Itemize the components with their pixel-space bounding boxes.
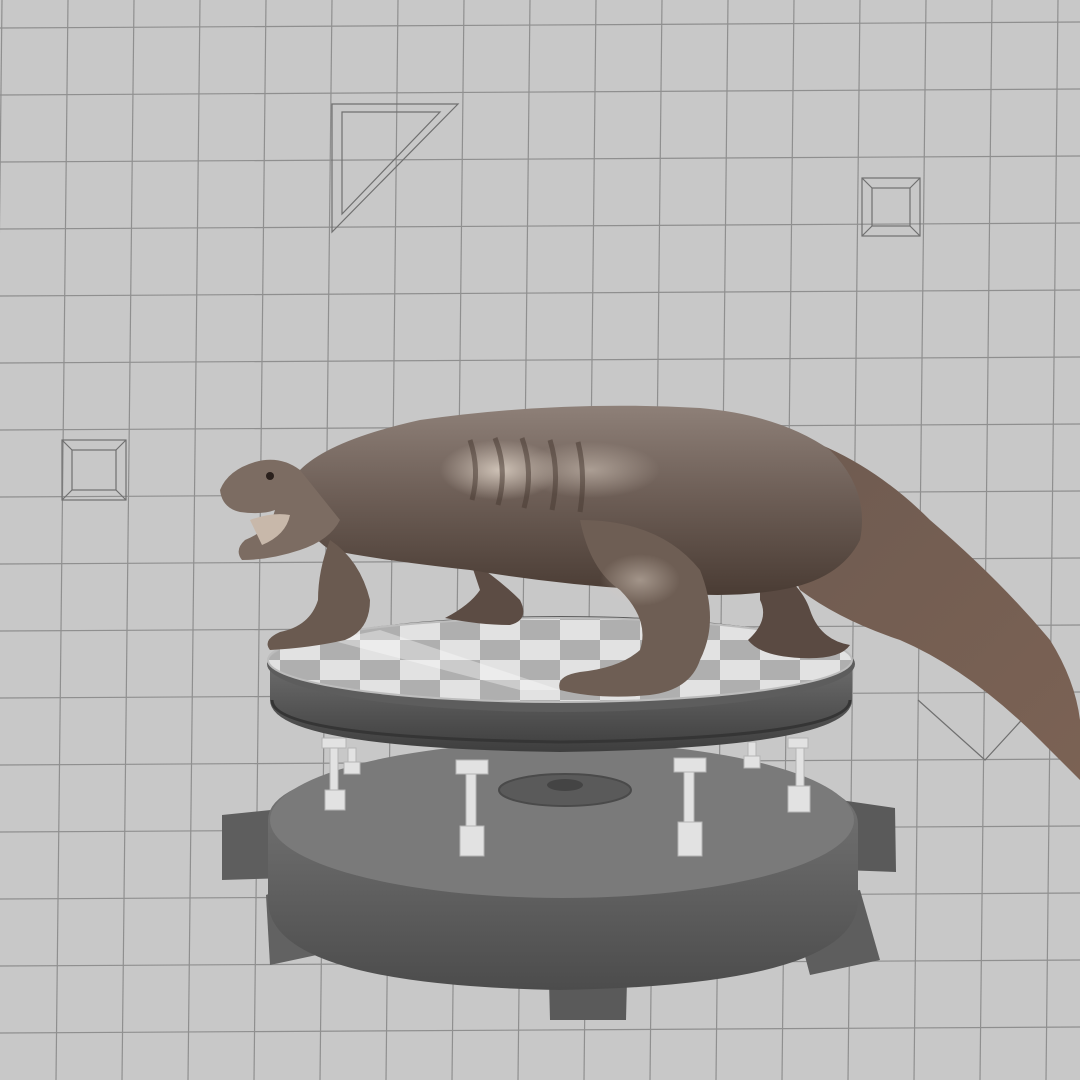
- grid-line: [0, 21, 1080, 29]
- leg-highlight: [600, 554, 680, 606]
- grid-line: [0, 289, 1080, 297]
- turntable-base: [222, 742, 896, 1020]
- grid-line: [0, 222, 1080, 230]
- grid-line: [0, 1026, 1080, 1034]
- rib-highlight: [520, 442, 660, 498]
- grid-line: [0, 155, 1080, 163]
- grid-line: [979, 0, 993, 1080]
- render-canvas: [0, 0, 1080, 1080]
- viewport: [0, 0, 1080, 1080]
- grid-line: [121, 0, 135, 1080]
- grid-line: [0, 356, 1080, 364]
- eye: [266, 472, 274, 480]
- grid-line: [1045, 0, 1059, 1080]
- grid-line: [0, 88, 1080, 96]
- front-leg-near: [267, 540, 370, 650]
- grid-line: [187, 0, 201, 1080]
